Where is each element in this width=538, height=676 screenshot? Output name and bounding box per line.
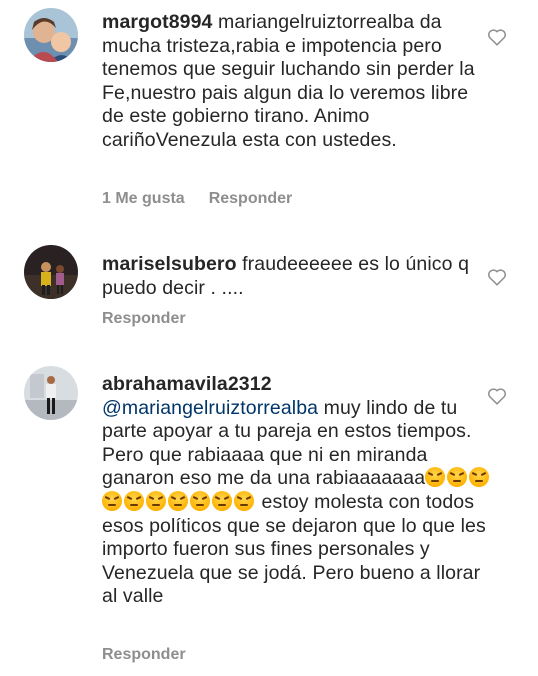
heart-outline-icon[interactable] <box>486 266 508 288</box>
heart-outline-icon[interactable] <box>486 26 508 48</box>
likes-count[interactable]: 1 Me gusta <box>102 190 185 208</box>
avatar[interactable] <box>24 245 78 299</box>
comment-actions: Responder <box>102 646 186 664</box>
reply-button[interactable]: Responder <box>102 646 186 664</box>
angry-face-emoji <box>124 490 144 511</box>
angry-face-emoji <box>234 490 254 511</box>
comment-actions: Responder <box>102 310 186 328</box>
angry-face-emoji <box>102 490 122 511</box>
angry-face-emoji <box>168 490 188 511</box>
mention-link[interactable]: @mariangelruiztorrealba <box>102 397 318 419</box>
avatar[interactable] <box>24 366 78 420</box>
reply-button[interactable]: Responder <box>102 310 186 328</box>
comment-text: abrahamavila2312 @mariangelruiztorrealba… <box>102 373 492 609</box>
avatar[interactable] <box>24 8 78 62</box>
angry-face-emoji <box>190 490 210 511</box>
angry-face-emoji <box>212 490 232 511</box>
heart-outline-icon[interactable] <box>486 385 508 407</box>
reply-button[interactable]: Responder <box>209 190 293 208</box>
angry-face-emoji <box>425 467 446 488</box>
angry-face-emoji <box>447 467 468 488</box>
comment-text: margot8994 mariangelruiztorrealba da muc… <box>102 11 492 153</box>
comment-username[interactable]: abrahamavila2312 <box>102 373 272 395</box>
comment-username[interactable]: mariselsubero <box>102 253 237 275</box>
angry-face-emoji <box>146 490 166 511</box>
comment-text: mariselsubero fraudeeeeee es lo único q … <box>102 253 492 300</box>
comment-username[interactable]: margot8994 <box>102 11 212 33</box>
comment-actions: 1 Me gusta Responder <box>102 190 292 208</box>
angry-face-emoji <box>469 467 490 488</box>
